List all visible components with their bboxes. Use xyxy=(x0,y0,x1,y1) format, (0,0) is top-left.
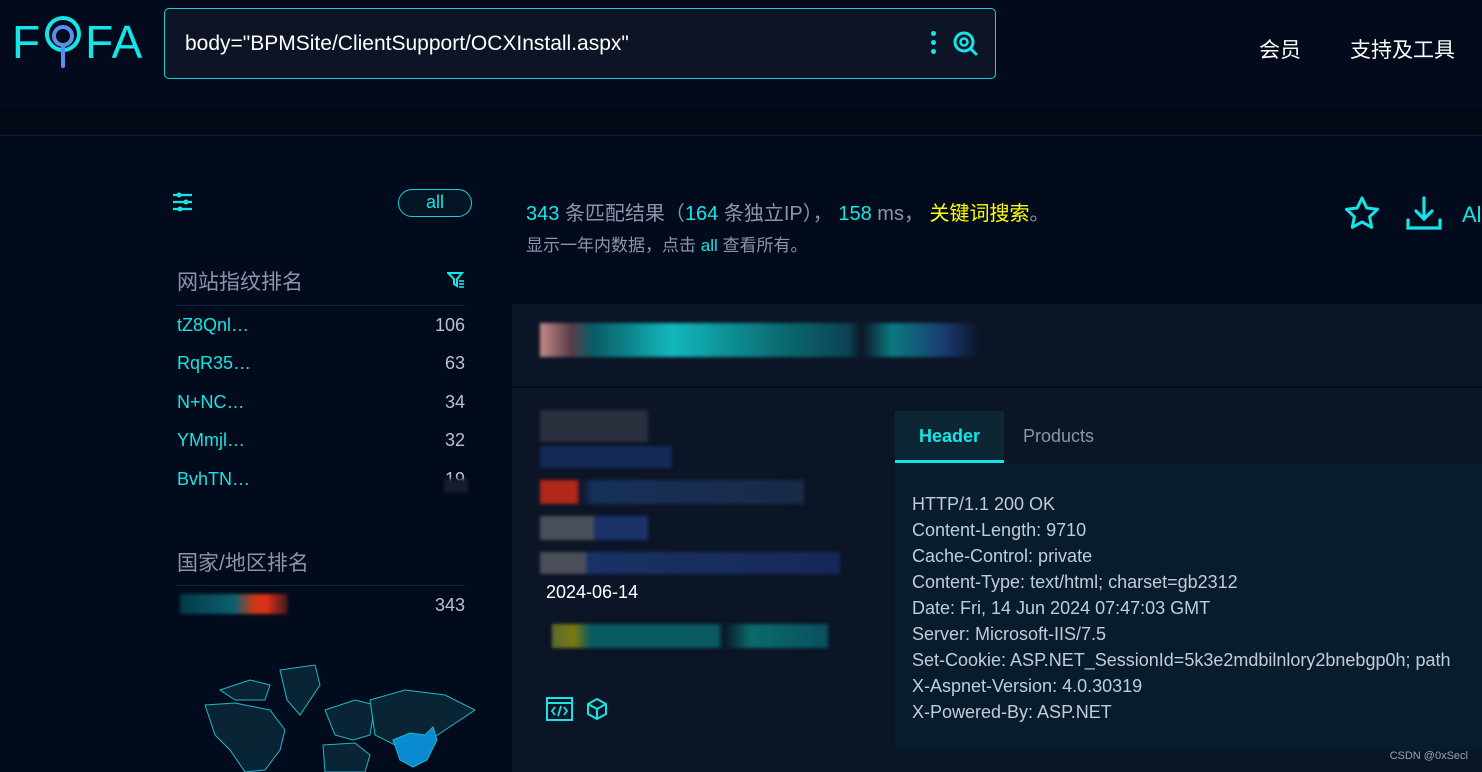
redacted-block xyxy=(444,479,468,493)
star-icon[interactable] xyxy=(1343,195,1381,233)
fingerprint-name[interactable]: N+NC… xyxy=(177,392,245,413)
logo-text: F xyxy=(12,16,42,68)
filter-funnel-icon[interactable] xyxy=(447,272,465,288)
fofa-logo[interactable]: F FA xyxy=(12,14,143,70)
all-button[interactable]: all xyxy=(398,189,472,217)
redacted-host[interactable] xyxy=(540,323,980,357)
country-ranking-title: 国家/地区排名 xyxy=(177,552,309,575)
fingerprint-item[interactable]: RqR35… 63 xyxy=(177,353,465,374)
fingerprint-count: 63 xyxy=(444,353,465,373)
divider xyxy=(177,305,465,306)
fingerprint-name[interactable]: YMmjl… xyxy=(177,430,245,451)
header-line: Cache-Control: private xyxy=(912,546,1093,566)
result-count: 343 xyxy=(526,203,560,225)
redacted-block xyxy=(540,480,804,504)
detail-tabs: Header Products xyxy=(895,411,1113,463)
country-count: 343 xyxy=(434,595,465,615)
stats-label: 条匹配结果（ xyxy=(564,203,685,225)
fingerprint-item[interactable]: YMmjl… 32 xyxy=(177,430,465,451)
code-icon[interactable] xyxy=(546,697,573,721)
fingerprint-name[interactable]: RqR35… xyxy=(177,353,251,374)
header-line: Set-Cookie: ASP.NET_SessionId=5k3e2mdbil… xyxy=(912,650,1451,670)
ip-count: 164 xyxy=(684,203,719,225)
logo-pin-icon xyxy=(45,16,82,68)
action-label-partial[interactable]: Al xyxy=(1462,202,1482,228)
subtitle-text: 显示一年内数据，点击 xyxy=(526,236,696,255)
result-stats: 343 条匹配结果（164 条独立IP）， 158 ms， 关键词搜索。 xyxy=(526,197,1050,226)
http-header-panel: HTTP/1.1 200 OK Content-Length: 9710 Cac… xyxy=(895,463,1482,750)
watermark: CSDN @0xSecl xyxy=(1389,750,1468,762)
tab-products[interactable]: Products xyxy=(1004,411,1113,463)
tab-header[interactable]: Header xyxy=(895,411,1004,463)
sub-bar xyxy=(0,108,1482,136)
header-line: Server: Microsoft-IIS/7.5 xyxy=(912,624,1107,644)
keyword-search-link[interactable]: 关键词搜索 xyxy=(930,203,1030,225)
fingerprint-count: 106 xyxy=(434,315,465,335)
query-time: 158 xyxy=(838,203,872,225)
fingerprint-name[interactable]: BvhTN… xyxy=(177,469,250,490)
header-line: X-Aspnet-Version: 4.0.30319 xyxy=(912,676,1143,696)
redacted-block xyxy=(540,410,648,442)
fingerprint-count: 34 xyxy=(444,392,465,412)
fingerprint-item[interactable]: tZ8Qnl… 106 xyxy=(177,315,465,336)
result-subtitle: 显示一年内数据，点击 all 查看所有。 xyxy=(526,231,807,256)
stats-label: ms， xyxy=(877,203,924,225)
filter-settings-icon[interactable] xyxy=(172,192,194,212)
download-icon[interactable] xyxy=(1405,195,1443,233)
search-icon[interactable] xyxy=(951,29,979,57)
subtitle-text: 查看所有。 xyxy=(722,236,808,255)
search-box xyxy=(164,8,996,79)
stats-label: 。 xyxy=(1029,203,1050,225)
header-line: Date: Fri, 14 Jun 2024 07:47:03 GMT xyxy=(912,598,1211,618)
world-map[interactable] xyxy=(175,655,475,772)
header-line: Content-Length: 9710 xyxy=(912,520,1087,540)
redacted-block xyxy=(552,624,828,648)
search-input[interactable] xyxy=(185,31,905,56)
redacted-block xyxy=(540,516,648,540)
nav-tools[interactable]: 支持及工具 xyxy=(1350,34,1455,64)
cube-icon[interactable] xyxy=(586,697,608,721)
redacted-block xyxy=(540,552,840,574)
result-date: 2024-06-14 xyxy=(546,582,639,602)
header-line: HTTP/1.1 200 OK xyxy=(912,494,1056,514)
header-line: Content-Type: text/html; charset=gb2312 xyxy=(912,572,1238,592)
logo-text: FA xyxy=(85,16,144,68)
fingerprint-item[interactable]: BvhTN…19 xyxy=(177,469,465,490)
fingerprint-item[interactable]: N+NC… 34 xyxy=(177,392,465,413)
country-item: 343 xyxy=(177,595,465,616)
stats-label: 条独立IP）， xyxy=(723,203,833,225)
nav-member[interactable]: 会员 xyxy=(1259,34,1301,64)
header-line: X-Powered-By: ASP.NET xyxy=(912,702,1112,722)
fingerprint-count: 32 xyxy=(444,430,465,450)
redacted-block xyxy=(540,446,672,468)
fingerprint-name[interactable]: tZ8Qnl… xyxy=(177,315,249,336)
divider xyxy=(177,585,465,586)
all-link[interactable]: all xyxy=(701,236,718,255)
more-options-icon[interactable] xyxy=(931,31,937,58)
fingerprint-ranking-title: 网站指纹排名 xyxy=(177,271,303,294)
